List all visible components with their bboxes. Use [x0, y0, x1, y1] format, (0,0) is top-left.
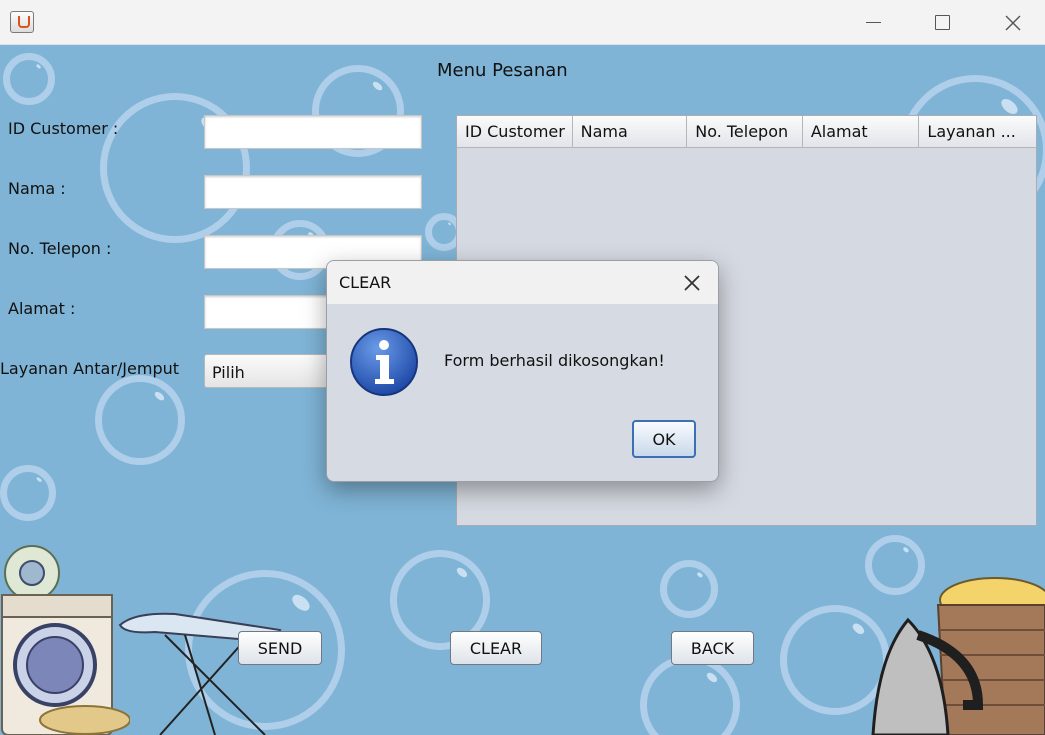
- layanan-label: Layanan Antar/Jemput: [0, 359, 180, 378]
- table-header: ID Customer Nama No. Telepon Alamat Laya…: [457, 116, 1036, 148]
- java-icon: [10, 11, 34, 33]
- ironing-board-illustration: [118, 612, 282, 735]
- column-header-layanan[interactable]: Layanan ...: [919, 116, 1036, 147]
- dialog-title: CLEAR: [339, 273, 392, 292]
- column-header-nama[interactable]: Nama: [573, 116, 688, 147]
- back-button[interactable]: BACK: [671, 631, 754, 665]
- bubble-decoration: [95, 375, 185, 465]
- column-header-telepon[interactable]: No. Telepon: [687, 116, 803, 147]
- dialog-message: Form berhasil dikosongkan!: [444, 351, 665, 370]
- close-icon: [1005, 15, 1021, 30]
- alamat-label: Alamat :: [8, 299, 76, 318]
- bubble-decoration: [865, 535, 925, 595]
- bubble-decoration: [640, 655, 740, 735]
- bubble-decoration: [0, 465, 56, 521]
- info-icon: [350, 328, 418, 396]
- telepon-label: No. Telepon :: [8, 239, 112, 258]
- close-icon[interactable]: [680, 271, 704, 295]
- column-header-alamat[interactable]: Alamat: [803, 116, 920, 147]
- clear-dialog: CLEAR Form berhasil dikosongkan! OK: [326, 260, 719, 482]
- page-title: Menu Pesanan: [437, 60, 568, 81]
- column-header-id-customer[interactable]: ID Customer: [457, 116, 573, 147]
- washing-machine-illustration: [1, 545, 130, 735]
- id-customer-field[interactable]: [204, 115, 422, 149]
- layanan-selected-value: Pilih: [212, 363, 245, 382]
- clear-button[interactable]: CLEAR: [450, 631, 542, 665]
- maximize-button[interactable]: [919, 0, 965, 45]
- send-button[interactable]: SEND: [238, 631, 322, 665]
- bubble-decoration: [660, 560, 718, 618]
- close-window-button[interactable]: [990, 0, 1036, 45]
- ok-button[interactable]: OK: [632, 420, 696, 458]
- minimize-button[interactable]: [850, 0, 896, 45]
- nama-field[interactable]: [204, 175, 422, 209]
- nama-label: Nama :: [8, 179, 66, 198]
- bubble-decoration: [3, 53, 55, 105]
- iron-illustration: [871, 617, 984, 735]
- dialog-title-bar: CLEAR: [327, 261, 718, 304]
- id-customer-label: ID Customer :: [8, 119, 119, 138]
- layanan-select[interactable]: Pilih: [204, 354, 334, 388]
- title-bar: [0, 0, 1045, 45]
